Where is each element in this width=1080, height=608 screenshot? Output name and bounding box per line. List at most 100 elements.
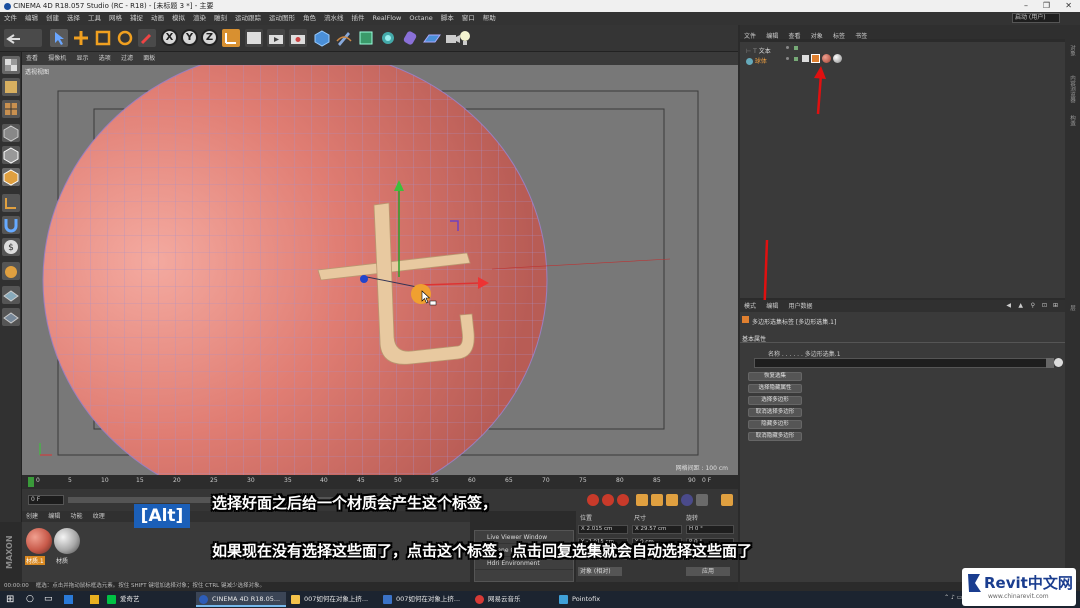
timeline-playhead[interactable] xyxy=(28,477,34,487)
edges-mode-button[interactable] xyxy=(2,146,20,164)
material-label[interactable]: 材质.1 xyxy=(25,556,45,565)
viewport-menu-panel[interactable]: 面板 xyxy=(139,55,159,62)
menu-mesh[interactable]: 网格 xyxy=(105,12,126,25)
coordinate-mode-dropdown[interactable]: 对象 (相对) xyxy=(578,567,622,576)
viewport-menu-cameras[interactable]: 摄像机 xyxy=(44,55,70,62)
menu-create[interactable]: 创建 xyxy=(42,12,63,25)
om-menu-bookmarks[interactable]: 书签 xyxy=(851,33,871,40)
menu-simulate[interactable]: 模拟 xyxy=(168,12,189,25)
rotate-button[interactable] xyxy=(116,29,134,47)
record-keys-button[interactable] xyxy=(587,494,599,506)
perspective-viewport[interactable]: 透视视图 网格间距 : 100 cm xyxy=(22,65,738,475)
key-pla-button[interactable] xyxy=(696,494,708,506)
am-menu-mode[interactable]: 模式 xyxy=(740,303,760,310)
visibility-dot[interactable] xyxy=(786,57,789,60)
model-mode-button[interactable] xyxy=(2,78,20,96)
material-label[interactable]: 材质 xyxy=(56,556,68,565)
cloner-button[interactable] xyxy=(379,29,397,47)
y-axis-toggle[interactable]: Y xyxy=(181,29,198,46)
tab-objects[interactable]: 对象 xyxy=(1068,45,1076,56)
enable-check-icon[interactable] xyxy=(794,57,798,61)
object-row-text[interactable]: ⊢ T 文本 xyxy=(746,46,771,55)
key-position-button[interactable] xyxy=(636,494,648,506)
restore-selection-button[interactable]: 恢复选集 xyxy=(748,372,802,381)
size-x-field[interactable]: X 29.57 cm xyxy=(632,525,682,534)
om-menu-tags[interactable]: 标签 xyxy=(829,33,849,40)
menu-mograph[interactable]: 运动图形 xyxy=(265,12,299,25)
tab-content-browser[interactable]: 内容浏览器 xyxy=(1068,75,1076,103)
menu-file[interactable]: 文件 xyxy=(0,12,21,25)
grid-button[interactable] xyxy=(2,286,20,304)
menu-plugins[interactable]: 插件 xyxy=(348,12,369,25)
search-icon[interactable]: ○ xyxy=(26,594,34,604)
close-button[interactable]: ✕ xyxy=(1065,0,1072,12)
cube-button[interactable] xyxy=(313,29,331,47)
enable-check-icon[interactable] xyxy=(794,46,798,50)
object-row-sphere[interactable]: 球体 xyxy=(746,56,767,65)
menu-character[interactable]: 角色 xyxy=(299,12,320,25)
undo-button[interactable] xyxy=(4,29,42,47)
render-settings-button[interactable] xyxy=(289,29,307,47)
file-explorer-icon[interactable] xyxy=(90,595,99,604)
menu-help[interactable]: 帮助 xyxy=(479,12,500,25)
visibility-dot[interactable] xyxy=(786,46,789,49)
new-window-icon[interactable]: ⊞ xyxy=(1049,300,1062,312)
layout-dropdown[interactable]: 启动 (用户) xyxy=(1012,13,1060,23)
maximize-button[interactable]: ❐ xyxy=(1043,0,1050,12)
make-editable-button[interactable] xyxy=(2,56,20,74)
live-select-button[interactable] xyxy=(50,29,68,47)
phong-tag-icon[interactable] xyxy=(802,55,809,62)
x-axis-toggle[interactable]: X xyxy=(161,29,178,46)
material-menu-function[interactable]: 功能 xyxy=(67,513,87,520)
menu-pipeline[interactable]: 流水线 xyxy=(320,12,348,25)
menu-window[interactable]: 窗口 xyxy=(458,12,479,25)
task-view-icon[interactable]: ▭ xyxy=(44,594,53,604)
material-menu-create[interactable]: 创建 xyxy=(22,513,42,520)
quantize-button[interactable]: $ xyxy=(2,238,20,256)
select-hidden-button[interactable]: 选择隐藏属性 xyxy=(748,384,802,393)
scale-button[interactable] xyxy=(94,29,112,47)
taskbar-app-document[interactable]: 007如何在对象上挤... xyxy=(380,592,470,607)
tab-layers[interactable]: 层 xyxy=(1068,305,1076,311)
menu-edit[interactable]: 编辑 xyxy=(21,12,42,25)
select-polygons-button[interactable]: 选择多边形 xyxy=(748,396,802,405)
light-button[interactable] xyxy=(456,29,474,47)
pen-button[interactable] xyxy=(335,29,353,47)
menu-tools[interactable]: 工具 xyxy=(84,12,105,25)
material-menu-texture[interactable]: 纹理 xyxy=(89,513,109,520)
om-menu-edit[interactable]: 编辑 xyxy=(762,33,782,40)
am-menu-user-data[interactable]: 用户数据 xyxy=(785,303,817,310)
lock-workplane-button[interactable] xyxy=(2,262,20,280)
menu-motion-tracker[interactable]: 运动跟踪 xyxy=(231,12,265,25)
apply-button[interactable]: 应用 xyxy=(686,567,730,576)
key-parameter-button[interactable] xyxy=(681,494,693,506)
object-name[interactable]: 球体 xyxy=(755,58,767,65)
viewport-menu-view[interactable]: 查看 xyxy=(22,55,42,62)
taskbar-app-cinema4d[interactable]: CINEMA 4D R18.05... xyxy=(196,592,286,607)
viewport-menu-display[interactable]: 显示 xyxy=(73,55,93,62)
points-mode-button[interactable] xyxy=(2,124,20,142)
start-frame-field[interactable]: 0 F xyxy=(28,495,64,505)
viewport-menu-options[interactable]: 选项 xyxy=(95,55,115,62)
material-tag-icon[interactable] xyxy=(833,54,842,63)
coordinate-system-button[interactable] xyxy=(222,29,240,47)
back-arrow-icon[interactable]: ◀ xyxy=(1002,300,1015,312)
key-rotation-button[interactable] xyxy=(666,494,678,506)
deformer-button[interactable] xyxy=(401,29,419,47)
timeline-ruler[interactable]: 0 5 10 15 20 25 30 35 40 45 50 55 60 65 … xyxy=(22,475,738,489)
unhide-polygons-button[interactable]: 取消隐藏多边形 xyxy=(748,432,802,441)
windows-start-icon[interactable]: ⊞ xyxy=(6,594,14,605)
material-menu-edit[interactable]: 编辑 xyxy=(44,513,64,520)
taskbar-app-folder[interactable]: 007如何在对象上挤... xyxy=(288,592,378,607)
keyframe-selection-button[interactable] xyxy=(617,494,629,506)
hide-polygons-button[interactable]: 隐藏多边形 xyxy=(748,420,802,429)
menu-select[interactable]: 选择 xyxy=(63,12,84,25)
texture-mode-button[interactable] xyxy=(2,100,20,118)
render-to-picture-viewer-button[interactable] xyxy=(267,29,285,47)
material-tag-icon[interactable] xyxy=(822,54,831,63)
deselect-polygons-button[interactable]: 取消选择多边形 xyxy=(748,408,802,417)
am-menu-edit[interactable]: 编辑 xyxy=(762,303,782,310)
om-menu-view[interactable]: 查看 xyxy=(785,33,805,40)
snap-button[interactable] xyxy=(2,216,20,234)
move-button[interactable] xyxy=(72,29,90,47)
